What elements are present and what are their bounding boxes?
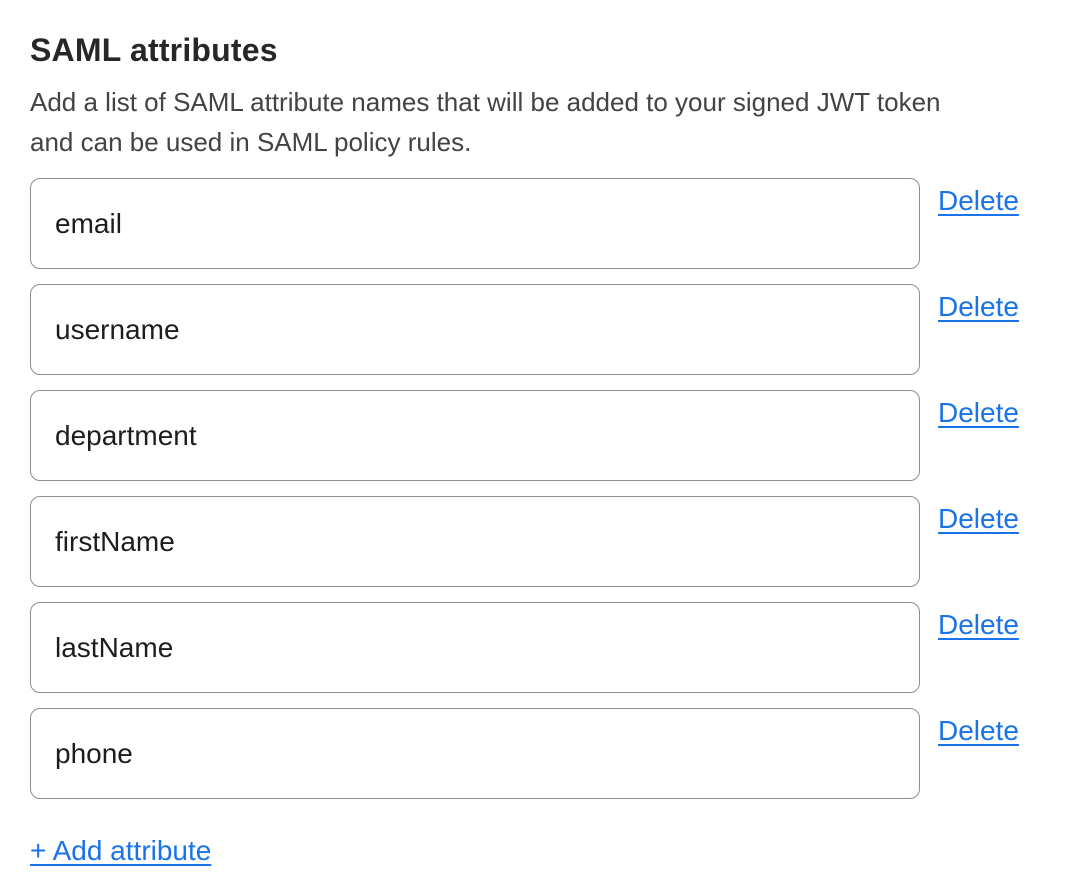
attribute-input-firstname[interactable] — [30, 496, 920, 587]
attribute-input-email[interactable] — [30, 178, 920, 269]
attribute-input-username[interactable] — [30, 284, 920, 375]
attribute-input-phone[interactable] — [30, 708, 920, 799]
delete-link[interactable]: Delete — [938, 396, 1019, 430]
attribute-row: Delete — [30, 390, 1036, 481]
delete-link[interactable]: Delete — [938, 502, 1019, 536]
attribute-row: Delete — [30, 602, 1036, 693]
attribute-row: Delete — [30, 178, 1036, 269]
attribute-input-department[interactable] — [30, 390, 920, 481]
attribute-row: Delete — [30, 284, 1036, 375]
delete-link[interactable]: Delete — [938, 184, 1019, 218]
attribute-row: Delete — [30, 496, 1036, 587]
saml-attributes-panel: SAML attributes Add a list of SAML attri… — [0, 0, 1066, 886]
intro-text: Add a list of SAML attribute names that … — [30, 82, 1036, 162]
add-attribute-link[interactable]: + Add attribute — [30, 834, 211, 868]
delete-link[interactable]: Delete — [938, 714, 1019, 748]
page-title: SAML attributes — [30, 30, 1036, 70]
delete-link[interactable]: Delete — [938, 290, 1019, 324]
attribute-input-lastname[interactable] — [30, 602, 920, 693]
intro-line-1: Add a list of SAML attribute names that … — [30, 82, 1036, 122]
attribute-row: Delete — [30, 708, 1036, 799]
delete-link[interactable]: Delete — [938, 608, 1019, 642]
intro-line-2: and can be used in SAML policy rules. — [30, 122, 1036, 162]
